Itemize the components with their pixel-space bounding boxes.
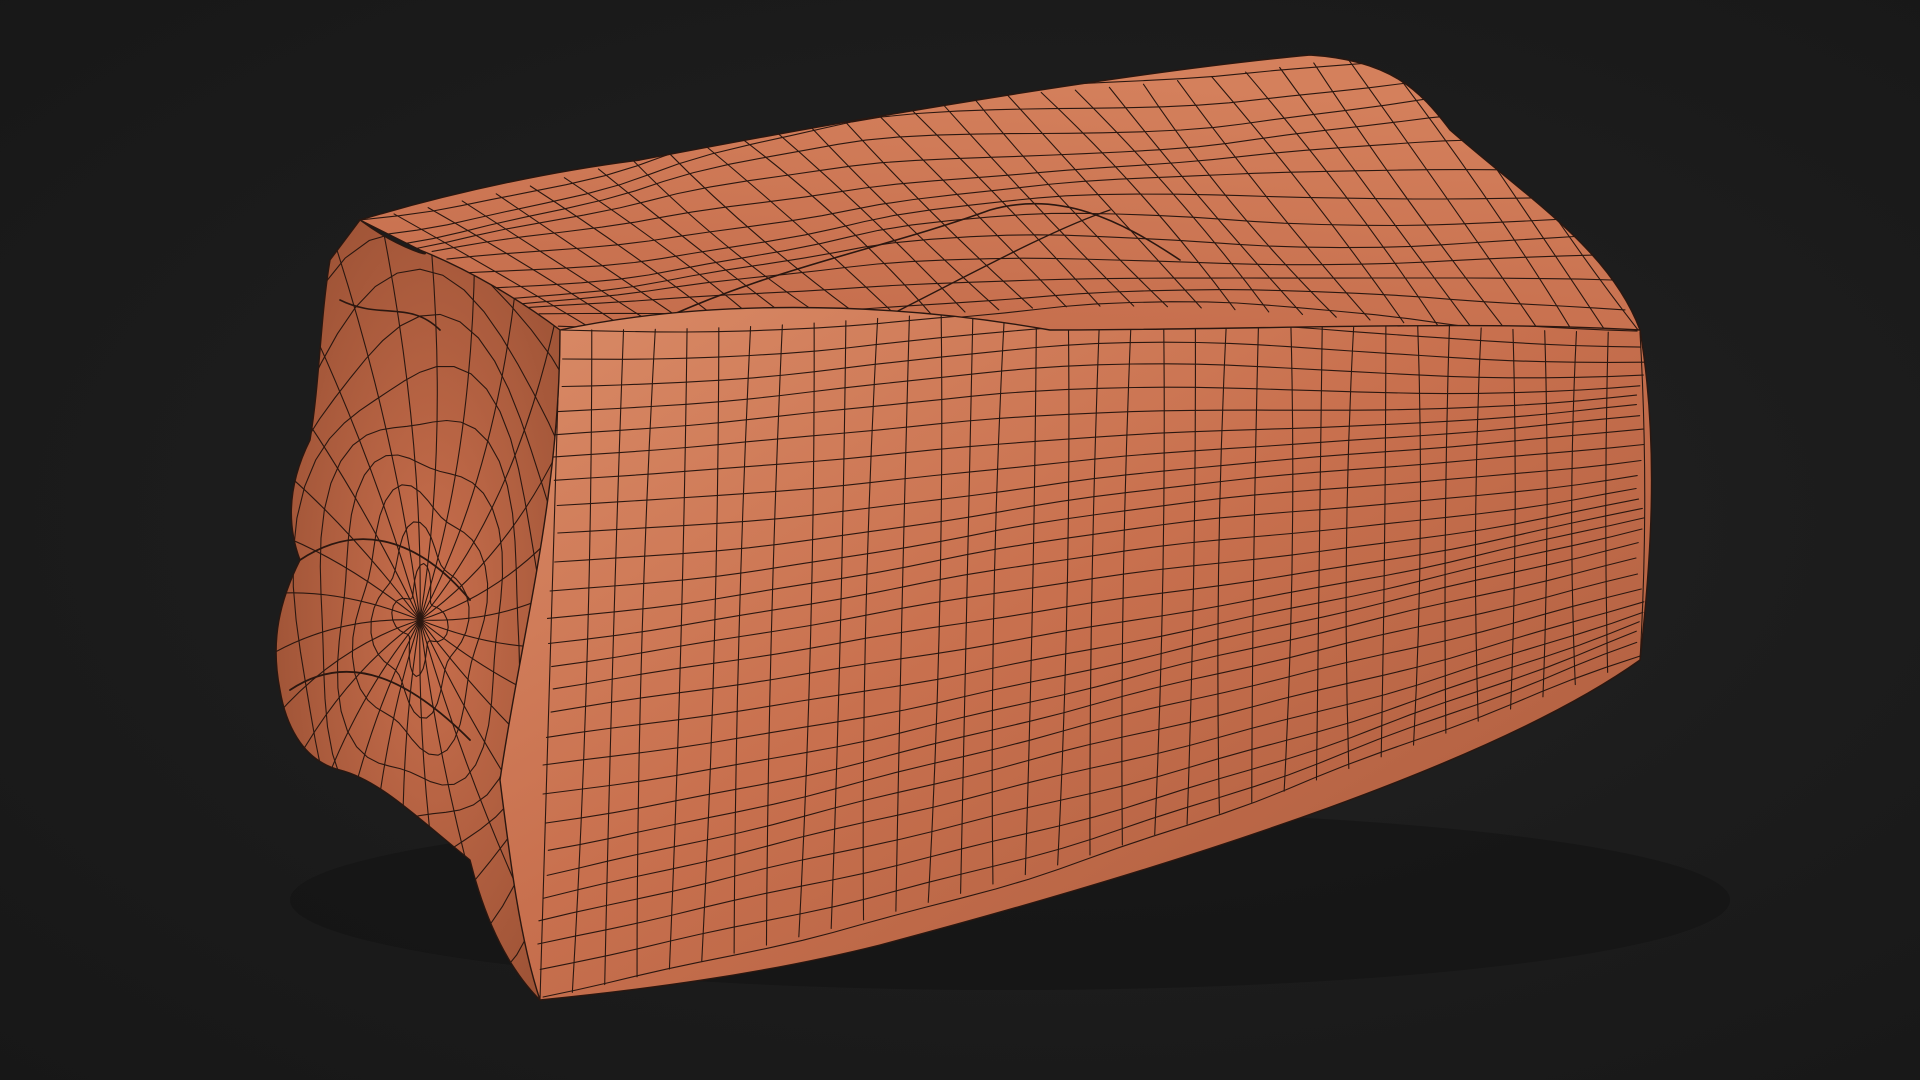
render-viewport — [0, 0, 1920, 1080]
wireframe-mesh-render — [275, 54, 1730, 1001]
